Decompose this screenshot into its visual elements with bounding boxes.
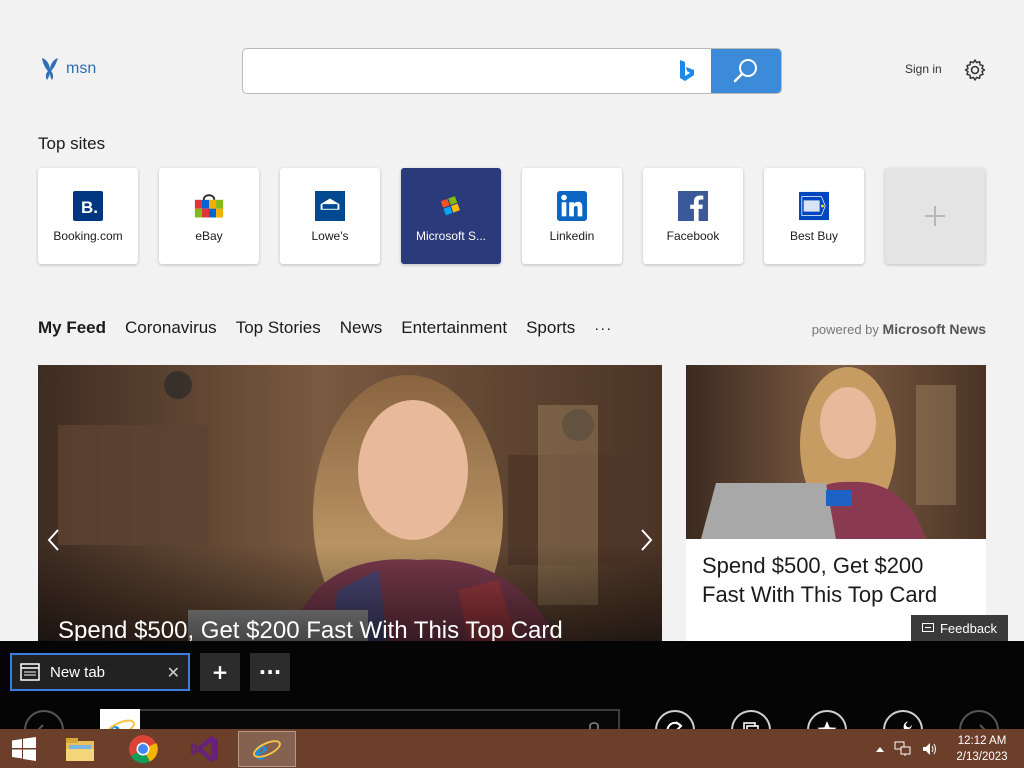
tab-top-stories[interactable]: Top Stories bbox=[236, 318, 321, 338]
gear-icon[interactable] bbox=[963, 58, 987, 82]
system-tray bbox=[876, 741, 938, 757]
tab-more[interactable]: ··· bbox=[594, 320, 612, 337]
msn-butterfly-icon bbox=[42, 58, 58, 80]
top-sites-title: Top sites bbox=[38, 134, 106, 153]
article-card[interactable]: Spend $500, Get $200 Fast With This Top … bbox=[686, 365, 986, 641]
search-box[interactable] bbox=[242, 48, 782, 94]
ie-icon: e bbox=[253, 735, 281, 764]
tab-options-button[interactable]: ··· bbox=[250, 653, 290, 691]
booking-icon: B. bbox=[73, 191, 103, 221]
bestbuy-icon bbox=[799, 191, 829, 221]
powered-by: powered by Microsoft News bbox=[812, 321, 986, 337]
powered-by-prefix: powered by bbox=[811, 322, 879, 337]
tile-linkedin[interactable]: Linkedin bbox=[522, 168, 622, 264]
plus-icon bbox=[925, 206, 945, 226]
tab-sports[interactable]: Sports bbox=[526, 318, 575, 338]
tile-label: Facebook bbox=[666, 229, 720, 243]
tab-label: New tab bbox=[50, 663, 106, 681]
chevron-right-icon[interactable] bbox=[636, 525, 656, 555]
add-site-tile[interactable] bbox=[885, 168, 985, 264]
tile-facebook[interactable]: Facebook bbox=[643, 168, 743, 264]
chrome-icon bbox=[129, 735, 158, 764]
start-button[interactable] bbox=[4, 731, 44, 767]
tab-news[interactable]: News bbox=[340, 318, 383, 338]
taskbar: e 12:12 AM 2/13/2023 bbox=[0, 729, 1024, 768]
tile-booking[interactable]: B. Booking.com bbox=[38, 168, 138, 264]
search-input[interactable] bbox=[243, 49, 663, 93]
chevron-up-icon[interactable] bbox=[876, 745, 884, 753]
search-button[interactable] bbox=[711, 49, 781, 93]
tile-label: Microsoft S... bbox=[415, 229, 486, 243]
windows-logo-icon bbox=[12, 737, 36, 761]
clock-date: 2/13/2023 bbox=[956, 751, 1008, 763]
close-icon[interactable]: ✕ bbox=[167, 663, 180, 682]
tab-new-tab[interactable]: New tab ✕ bbox=[10, 653, 190, 691]
tab-coronavirus[interactable]: Coronavirus bbox=[125, 318, 217, 338]
feedback-label: Feedback bbox=[939, 620, 998, 636]
chevron-left-icon[interactable] bbox=[44, 525, 64, 555]
tab-page-icon bbox=[20, 663, 40, 681]
browser-bar: New tab ✕ + ··· e bbox=[0, 641, 1024, 750]
article-title[interactable]: Spend $500, Get $200 Fast With This Top … bbox=[702, 551, 972, 609]
file-explorer-button[interactable] bbox=[60, 731, 100, 767]
sign-in-link[interactable]: Sign in bbox=[905, 62, 942, 76]
tile-lowes[interactable]: Lowe's bbox=[280, 168, 380, 264]
svg-text:B.: B. bbox=[81, 198, 98, 217]
tile-microsoft-store[interactable]: Microsoft S... bbox=[401, 168, 501, 264]
feedback-icon bbox=[921, 623, 934, 632]
clock-time: 12:12 AM bbox=[957, 735, 1007, 747]
new-tab-button[interactable]: + bbox=[200, 653, 240, 691]
tab-my-feed[interactable]: My Feed bbox=[38, 318, 106, 338]
clock[interactable]: 12:12 AM 2/13/2023 bbox=[944, 733, 1020, 765]
top-sites-grid: B. Booking.com eBay Lowe's Microsoft S..… bbox=[38, 168, 985, 264]
lowes-icon bbox=[315, 191, 345, 221]
msn-logo-text: msn bbox=[66, 60, 97, 77]
volume-icon[interactable] bbox=[922, 741, 938, 757]
bing-icon bbox=[680, 60, 694, 81]
tile-label: Lowe's bbox=[311, 229, 349, 243]
article-image bbox=[686, 365, 986, 539]
hero-title[interactable]: Spend $500, Get $200 Fast With This Top … bbox=[58, 617, 563, 641]
powered-by-brand: Microsoft News bbox=[882, 321, 986, 337]
microsoft-store-icon bbox=[436, 191, 466, 221]
feed-nav: My Feed Coronavirus Top Stories News Ent… bbox=[38, 318, 631, 338]
folder-icon bbox=[66, 738, 94, 761]
hero-card[interactable]: Spend $500, Get $200 Fast With This Top … bbox=[38, 365, 662, 641]
tile-label: eBay bbox=[195, 229, 223, 243]
ebay-icon bbox=[194, 191, 224, 221]
tile-bestbuy[interactable]: Best Buy bbox=[764, 168, 864, 264]
tab-entertainment[interactable]: Entertainment bbox=[401, 318, 507, 338]
visual-studio-icon bbox=[191, 736, 218, 762]
tile-label: Best Buy bbox=[789, 229, 839, 243]
tile-label: Linkedin bbox=[549, 229, 595, 243]
linkedin-icon bbox=[557, 191, 587, 221]
tile-ebay[interactable]: eBay bbox=[159, 168, 259, 264]
network-icon[interactable] bbox=[894, 741, 912, 757]
search-icon bbox=[733, 59, 757, 83]
facebook-icon bbox=[678, 191, 708, 221]
internet-explorer-button[interactable]: e bbox=[238, 731, 296, 767]
visual-studio-button[interactable] bbox=[185, 731, 225, 767]
chrome-button[interactable] bbox=[123, 731, 163, 767]
msn-logo[interactable]: msn bbox=[38, 56, 96, 82]
feedback-button[interactable]: Feedback bbox=[911, 615, 1008, 641]
hero-image bbox=[38, 365, 662, 641]
tile-label: Booking.com bbox=[53, 229, 123, 243]
